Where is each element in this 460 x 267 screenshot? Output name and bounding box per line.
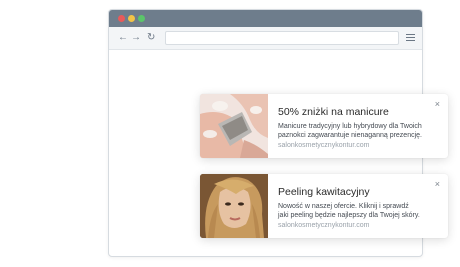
hamburger-menu-icon[interactable] <box>406 34 415 43</box>
manicure-photo <box>200 94 268 158</box>
close-window-dot[interactable] <box>118 15 125 22</box>
address-bar[interactable] <box>165 31 399 45</box>
forward-arrow-icon[interactable]: → <box>131 30 141 45</box>
back-arrow-icon[interactable]: ← <box>118 30 128 45</box>
notification-body: Manicure tradycyjny lub hybrydowy dla Tw… <box>278 123 422 139</box>
push-notification-peeling[interactable]: Peeling kawitacyjny Nowość w naszej ofer… <box>200 174 448 238</box>
browser-titlebar <box>109 10 422 27</box>
minimize-window-dot[interactable] <box>128 15 135 22</box>
notification-body: Nowość w naszej ofercie. Kliknij i spraw… <box>278 203 420 219</box>
notification-title: Peeling kawitacyjny <box>278 186 370 198</box>
maximize-window-dot[interactable] <box>138 15 145 22</box>
notification-url: salonkosmetycznykontur.com <box>278 142 370 149</box>
push-notification-manicure[interactable]: 50% zniżki na manicure Manicure tradycyj… <box>200 94 448 158</box>
reload-icon[interactable]: ↻ <box>147 30 155 45</box>
notification-title: 50% zniżki na manicure <box>278 106 389 118</box>
woman-portrait-photo <box>200 174 268 238</box>
close-icon[interactable]: × <box>435 180 440 189</box>
close-icon[interactable]: × <box>435 100 440 109</box>
browser-toolbar: ← → ↻ <box>109 27 422 50</box>
notification-url: salonkosmetycznykontur.com <box>278 222 370 229</box>
